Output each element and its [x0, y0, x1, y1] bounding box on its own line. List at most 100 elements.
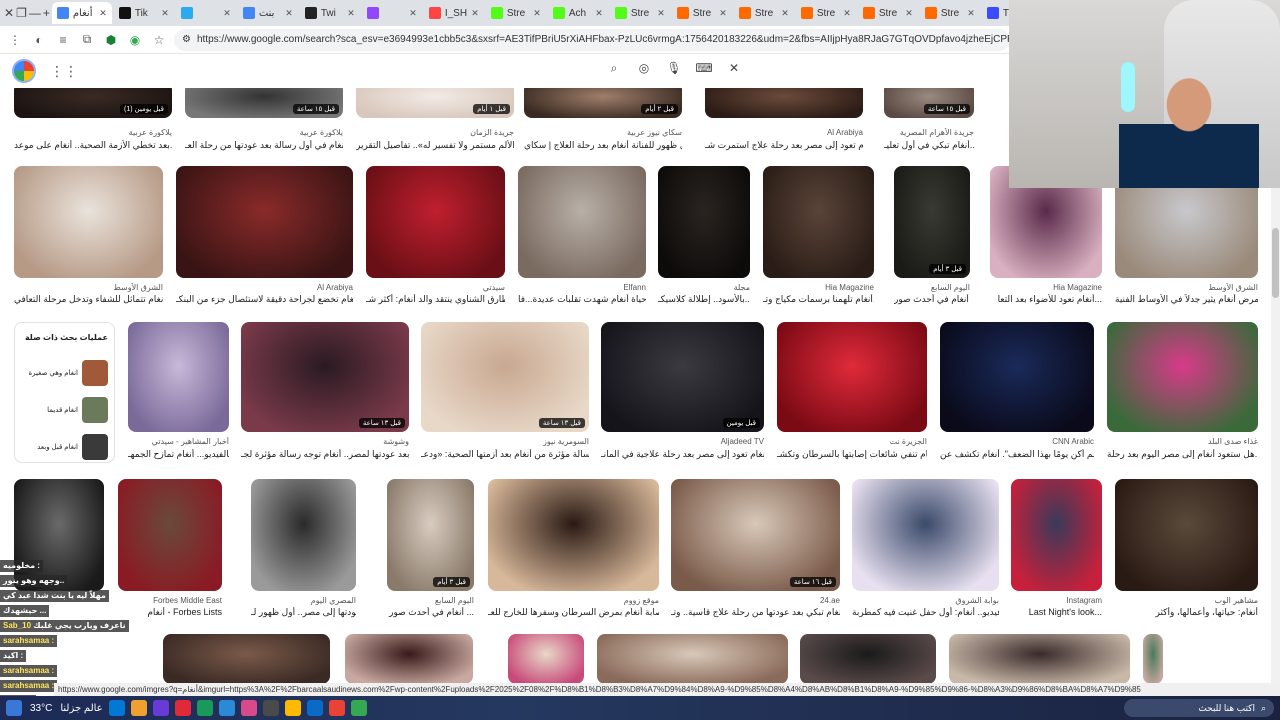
image-thumbnail[interactable]	[251, 479, 356, 591]
site-info-icon[interactable]: ⚙	[182, 34, 191, 45]
tab-close-icon[interactable]: ✕	[843, 8, 851, 19]
image-source[interactable]: يلاكورة عربية	[185, 128, 343, 137]
image-source[interactable]: وشوشة	[241, 437, 409, 446]
image-source[interactable]: Aljadeed TV	[601, 437, 764, 446]
image-result-card[interactable]: Instagram Last Night's look...	[1011, 479, 1102, 619]
image-result-card[interactable]: قبل ٣ أيام اليوم السابع أنغام في أحدث صور …	[894, 166, 970, 306]
browser-tab[interactable]: Stre ✕	[858, 2, 918, 24]
taskbar-app-icon[interactable]	[196, 700, 213, 716]
bookmark-star-icon[interactable]: ☆	[150, 31, 168, 49]
toggle-icon[interactable]: ◉	[126, 31, 144, 49]
image-thumbnail[interactable]: قبل ١٣ ساعة	[241, 322, 409, 432]
image-title[interactable]: أنغام تلهمنا برسمات مكياج وتـ...	[763, 294, 874, 305]
taskbar-app-icon[interactable]	[108, 700, 125, 716]
image-result-card[interactable]: مشاهير الوب أنغام: حياتها، وأعمالها، وأكث…	[1115, 479, 1258, 619]
image-thumbnail[interactable]	[1011, 479, 1102, 591]
image-result-card[interactable]	[597, 634, 788, 684]
shield-icon[interactable]: ⬢	[102, 31, 120, 49]
image-source[interactable]: بوابة الشروق	[852, 596, 999, 605]
tab-close-icon[interactable]: ✕	[285, 8, 293, 19]
image-title[interactable]: أنغام تتماثل للشفاء وتدخل مرحلة التعافي	[14, 294, 163, 305]
image-title[interactable]: أنغام تنفي شائعات إصابتها بالسرطان وتكشـ…	[777, 449, 927, 460]
url-text[interactable]: https://www.google.com/search?sca_esv=e3…	[197, 34, 1010, 45]
image-thumbnail[interactable]	[508, 634, 584, 684]
image-thumbnail[interactable]	[763, 166, 874, 278]
image-title[interactable]: أنغام تخضع لجراحة دقيقة لاستئصال جزء من …	[176, 294, 353, 305]
browser-tab[interactable]: Stre ✕	[486, 2, 546, 24]
image-result-card[interactable]: Hia Magazine أنغام تلهمنا برسمات مكياج وت…	[763, 166, 874, 306]
image-result-card[interactable]: قبل ٢ أيام سكاي نيوز عربية أول ظهور للفنان…	[524, 88, 682, 152]
image-thumbnail[interactable]	[366, 166, 505, 278]
image-thumbnail[interactable]	[1115, 479, 1258, 591]
image-result-card[interactable]	[345, 634, 473, 684]
image-source[interactable]: مجلة	[658, 283, 750, 292]
tab-close-icon[interactable]: ✕	[409, 8, 417, 19]
image-title[interactable]: أنغام في أحدث صور ...	[894, 294, 970, 305]
image-title[interactable]: الألم مستمر ولا تفسير له».. تفاصيل التقر…	[356, 140, 514, 151]
browser-tab[interactable]: ✕	[176, 2, 236, 24]
image-result-card[interactable]: قبل ١٣ ساعة وشوشة بعد عودتها لمصر.. أنغام …	[241, 322, 409, 461]
tab-close-icon[interactable]: ✕	[657, 8, 665, 19]
browser-tab[interactable]: أنغام ✕	[51, 2, 112, 24]
window-minimize-icon[interactable]: —	[29, 2, 41, 24]
image-result-card[interactable]	[949, 634, 1130, 684]
page-scrollbar[interactable]	[1271, 188, 1280, 684]
image-thumbnail[interactable]: قبل ١٥ ساعة	[185, 88, 343, 118]
browser-tab[interactable]: I_SH ✕	[424, 2, 484, 24]
search-icon[interactable]: ⌕	[605, 59, 623, 77]
lens-icon[interactable]: ◎	[635, 59, 653, 77]
image-source[interactable]: Al Arabiya	[176, 283, 353, 292]
image-thumbnail[interactable]: قبل يومين	[601, 322, 764, 432]
image-source[interactable]: CNN Arabic	[940, 437, 1094, 446]
taskbar-app-icon[interactable]	[152, 700, 169, 716]
browser-tab[interactable]: The✕	[982, 2, 1010, 24]
image-source[interactable]: أخبار المشاهير - سيدتي	[128, 437, 229, 446]
browser-tab[interactable]: Stre ✕	[672, 2, 732, 24]
image-thumbnail[interactable]: قبل ١٣ ساعة	[421, 322, 589, 432]
image-thumbnail[interactable]	[800, 634, 936, 684]
image-result-card[interactable]	[508, 634, 584, 684]
image-result-card[interactable]: Elfann حياة أنغام شهدت تقلبات عديدة...فا.…	[518, 166, 646, 306]
image-result-card[interactable]: قبل ١٦ ساعة 24.ae أنغام تبكي بعد عودتها من…	[671, 479, 840, 619]
image-title[interactable]: طارق الشناوي ينتقد والد أنغام: أكثر شـ..…	[366, 294, 505, 305]
apps-grid-icon[interactable]: ⋮⋮	[50, 63, 78, 80]
image-source[interactable]: سيدتي	[366, 283, 505, 292]
related-search-item[interactable]: انغام قديما	[23, 396, 108, 424]
tab-close-icon[interactable]: ✕	[905, 8, 913, 19]
google-account-avatar[interactable]	[12, 59, 36, 83]
image-result-card[interactable]: قبل ٣ أيام اليوم السابع أنغام في أحدث صور …	[387, 479, 474, 619]
image-title[interactable]: بعد عودتها إلى مصر.. أول ظهور لـ...	[251, 607, 356, 618]
browser-tab[interactable]: بنت ✕	[238, 2, 298, 24]
image-source[interactable]: Hia Magazine	[990, 283, 1102, 292]
image-result-card[interactable]: قبل يومين (1) يلاكورة عربية بعد تخطي الأزم…	[14, 88, 172, 152]
image-result-card[interactable]: قبل ١٥ ساعة جريدة الأهرام المصرية أنغام تب…	[884, 88, 974, 152]
taskbar-app-icon[interactable]	[328, 700, 345, 716]
image-thumbnail[interactable]: قبل ١٥ ساعة	[884, 88, 974, 118]
image-source[interactable]: مشاهير الوب	[1115, 596, 1258, 605]
windows-start-icon[interactable]	[6, 700, 22, 716]
image-result-card[interactable]: موقع زووم إصابة أنغام بمرض السرطان وسفرها…	[488, 479, 659, 619]
image-title[interactable]: هل ستعود أنغام إلى مصر اليوم بعد رحلة...	[1107, 449, 1258, 460]
image-thumbnail[interactable]	[128, 322, 229, 432]
image-title[interactable]: أنغام في أحدث صور ...	[387, 607, 474, 618]
weather-label[interactable]: عالم جزلنا	[60, 703, 102, 714]
image-thumbnail[interactable]: قبل ٣ أيام	[387, 479, 474, 591]
puzzle-icon[interactable]: ⧉	[78, 31, 96, 49]
image-title[interactable]: بعد عودتها لمصر.. أنغام توجه رسالة مؤثرة…	[241, 449, 409, 460]
image-result-card[interactable]	[800, 634, 936, 684]
browser-tab[interactable]: Ach ✕	[548, 2, 608, 24]
taskbar-search[interactable]: اكتب هنا للبحث ⌕	[1124, 699, 1274, 717]
taskbar-app-icon[interactable]	[174, 700, 191, 716]
image-source[interactable]: Al Arabiya	[705, 128, 863, 137]
image-source[interactable]: جريدة الزمان	[356, 128, 514, 137]
image-source[interactable]: غذاء صدى البلد	[1107, 437, 1258, 446]
mic-icon[interactable]: 🎙	[665, 59, 683, 77]
image-title[interactable]: أنغام في أول رسالة بعد عودتها من رحلة ال…	[185, 140, 343, 151]
image-result-card[interactable]: قبل يومين Aljadeed TV أنغام تعود إلى مصر ب…	[601, 322, 764, 461]
taskbar-app-icon[interactable]	[284, 700, 301, 716]
related-search-item[interactable]: انغام وهي صغيرة	[23, 359, 108, 387]
image-thumbnail[interactable]	[949, 634, 1130, 684]
taskbar-app-icon[interactable]	[130, 700, 147, 716]
image-source[interactable]: المصري اليوم	[251, 596, 356, 605]
image-result-card[interactable]: أخبار المشاهير - سيدتي بالفيديو... أنغام …	[128, 322, 229, 461]
